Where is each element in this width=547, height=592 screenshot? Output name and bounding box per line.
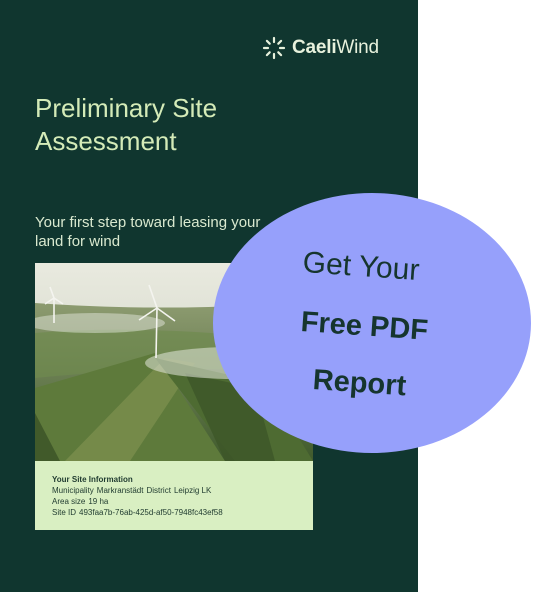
site-information-panel: Your Site Information Municipality Markra…	[35, 461, 313, 530]
site-area-row: Area size 19 ha	[52, 497, 109, 506]
report-subtitle: Your first step toward leasing your land…	[35, 214, 261, 250]
title-line-1: Preliminary Site	[35, 93, 218, 123]
caeli-wind-logo: CaeliWind	[262, 34, 379, 62]
site-location-row: Municipality Markranstädt District Leipzig …	[52, 486, 212, 495]
cta-line-3[interactable]: Report	[312, 364, 407, 403]
sun-burst-logo-icon	[262, 36, 286, 60]
title-line-2: Assessment	[35, 126, 177, 156]
report-title: Preliminary Site Assessment	[35, 92, 375, 158]
site-id-row: Site ID 493faa7b-76ab-425d-af50-7948fc43e…	[52, 508, 223, 517]
site-info-heading: Your Site Information	[52, 475, 133, 484]
brand-name: CaeliWind	[292, 37, 379, 58]
